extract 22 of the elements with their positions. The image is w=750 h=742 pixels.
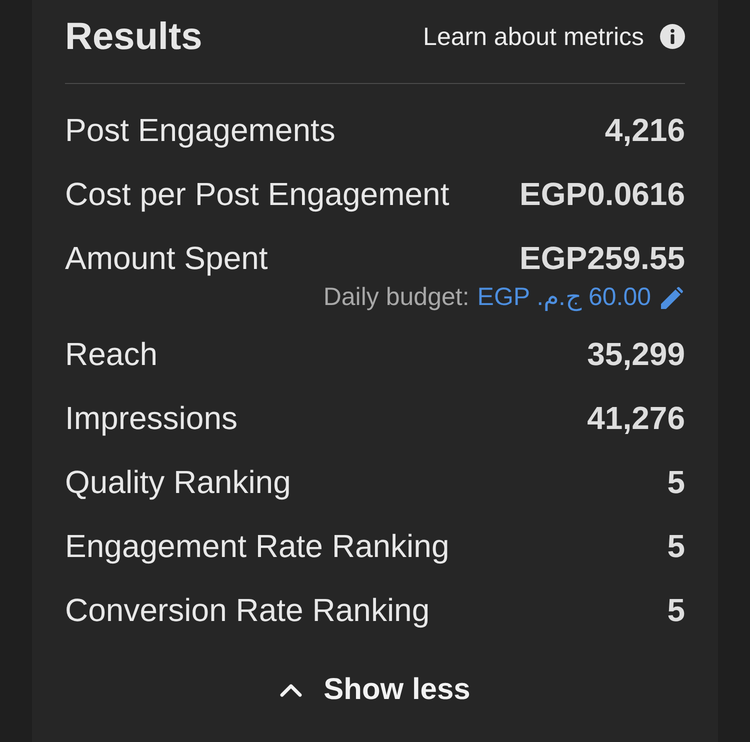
pencil-icon [661,285,685,309]
metric-label: Conversion Rate Ranking [65,592,430,628]
metric-label: Amount Spent [65,240,268,276]
metric-value: 5 [667,528,685,564]
metric-label: Engagement Rate Ranking [65,528,450,564]
metric-label: Cost per Post Engagement [65,176,450,212]
metric-label: Post Engagements [65,112,336,148]
metric-value: 5 [667,592,685,628]
results-title: Results [65,14,202,58]
daily-budget-label: Daily budget: [323,282,470,312]
metric-label: Impressions [65,400,238,436]
metric-label: Quality Ranking [65,464,291,500]
metric-value: EGP0.0616 [520,176,685,212]
metric-value: 4,216 [604,112,685,148]
metric-value: 35,299 [587,336,685,372]
learn-about-metrics-link[interactable]: Learn about metrics [423,20,644,52]
info-icon[interactable] [660,24,685,49]
metric-value: 41,276 [587,400,685,436]
metric-label: Reach [65,336,158,372]
show-less-button[interactable]: Show less [280,670,470,710]
metric-value: 5 [667,464,685,500]
metric-value: EGP259.55 [520,240,685,276]
